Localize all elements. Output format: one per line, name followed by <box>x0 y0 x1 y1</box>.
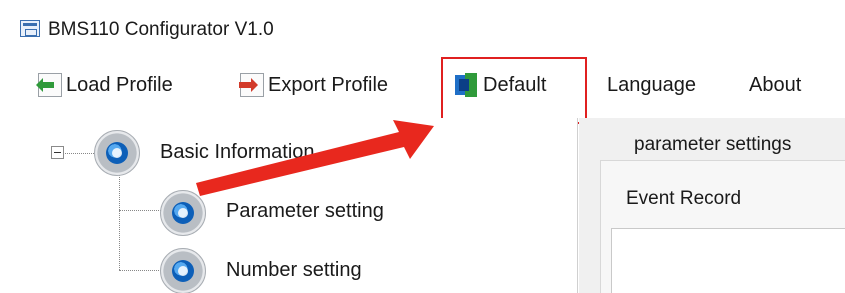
annotation-arrow <box>196 120 434 196</box>
annotation-arrow-shape <box>196 120 434 196</box>
